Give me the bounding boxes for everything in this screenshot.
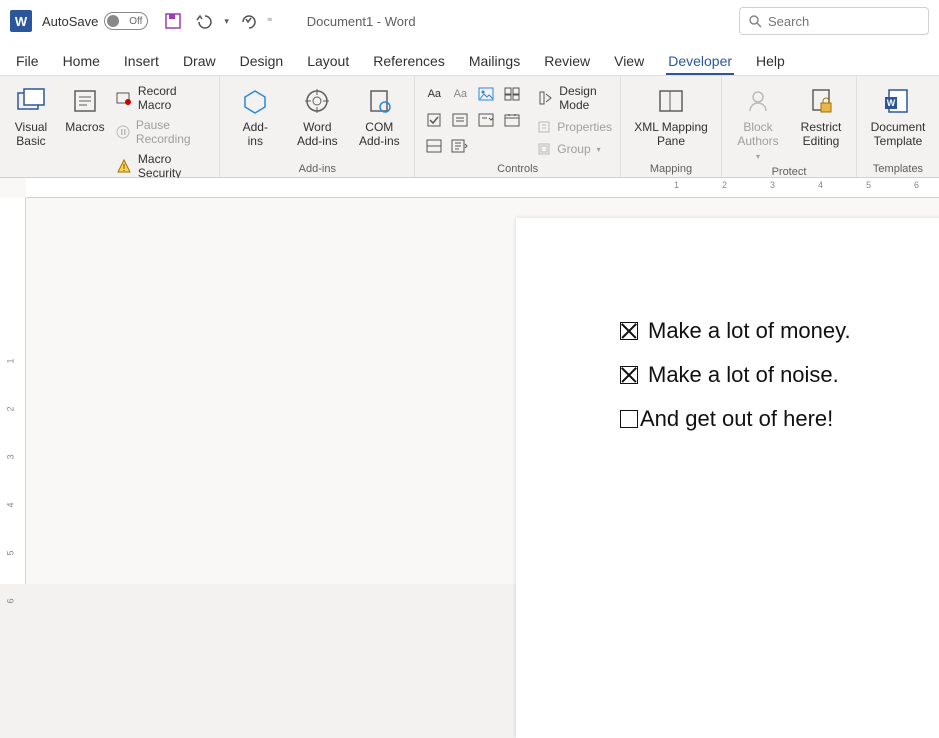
word-app-icon: W	[10, 10, 32, 32]
tab-insert[interactable]: Insert	[122, 47, 161, 75]
warning-icon: !	[116, 158, 132, 174]
doc-line[interactable]: And get out of here!	[620, 406, 939, 432]
group-addins: Add- ins Word Add-ins COM Add-ins Add-in…	[220, 76, 415, 177]
doc-line[interactable]: Make a lot of money.	[620, 318, 939, 344]
record-macro-button[interactable]: Record Macro	[116, 84, 211, 112]
record-macro-icon	[116, 90, 132, 106]
search-box[interactable]	[739, 7, 929, 35]
checkbox-control-icon[interactable]	[423, 110, 445, 130]
search-input[interactable]	[768, 14, 920, 29]
rich-text-control-icon[interactable]: Aa	[423, 84, 445, 104]
addins-button[interactable]: Add- ins	[228, 80, 282, 148]
visual-basic-icon	[16, 84, 46, 118]
group-templates: W Document Template Templates	[857, 76, 939, 177]
macros-icon	[71, 84, 99, 118]
group-icon	[537, 142, 551, 156]
tab-view[interactable]: View	[612, 47, 646, 75]
autosave-control[interactable]: AutoSave Off	[42, 12, 148, 30]
doc-line-text[interactable]: Make a lot of noise.	[648, 362, 839, 388]
page[interactable]: Make a lot of money. Make a lot of noise.…	[516, 218, 939, 738]
design-mode-icon	[537, 91, 553, 105]
tab-layout[interactable]: Layout	[305, 47, 351, 75]
tab-home[interactable]: Home	[61, 47, 102, 75]
search-icon	[748, 14, 762, 28]
tab-file[interactable]: File	[14, 47, 41, 75]
ribbon: Visual Basic Macros Record Macro Pause R…	[0, 76, 939, 178]
quick-access-toolbar: ▾ ⁼	[164, 12, 272, 30]
group-mapping: XML Mapping Pane Mapping	[621, 76, 722, 177]
svg-text:!: !	[123, 163, 126, 174]
xml-mapping-button[interactable]: XML Mapping Pane	[629, 80, 713, 148]
pause-recording-button: Pause Recording	[116, 118, 211, 146]
word-addins-button[interactable]: Word Add-ins	[290, 80, 344, 148]
restrict-editing-button[interactable]: Restrict Editing	[794, 80, 848, 148]
properties-button: Properties	[537, 120, 612, 134]
checkbox-control[interactable]	[620, 322, 638, 340]
undo-icon[interactable]	[192, 12, 214, 30]
document-template-icon: W	[883, 84, 913, 118]
tab-mailings[interactable]: Mailings	[467, 47, 522, 75]
macro-security-button[interactable]: ! Macro Security	[116, 152, 211, 180]
svg-text:W: W	[887, 98, 896, 108]
chevron-down-icon: ▾	[756, 150, 760, 164]
design-mode-button[interactable]: Design Mode	[537, 84, 612, 112]
checkbox-control[interactable]	[620, 410, 638, 428]
title-bar: W AutoSave Off ▾ ⁼ Document1 - Word	[0, 0, 939, 42]
dropdown-control-icon[interactable]	[475, 110, 497, 130]
block-authors-button: Block Authors ▾	[730, 80, 786, 164]
autosave-label: AutoSave	[42, 14, 98, 29]
save-icon[interactable]	[164, 12, 182, 30]
plain-text-control-icon[interactable]: Aa	[449, 84, 471, 104]
properties-icon	[537, 120, 551, 134]
word-addins-icon	[303, 84, 331, 118]
group-button: Group ▾	[537, 142, 612, 156]
addins-icon	[241, 84, 269, 118]
group-controls: Aa Aa Design Mode Properties	[415, 76, 621, 177]
ribbon-tabs: File Home Insert Draw Design Layout References…	[0, 42, 939, 76]
tab-draw[interactable]: Draw	[181, 47, 218, 75]
checkbox-control[interactable]	[620, 366, 638, 384]
doc-line-text[interactable]: Make a lot of money.	[648, 318, 851, 344]
doc-line-text[interactable]: And get out of here!	[640, 406, 833, 432]
macros-button[interactable]: Macros	[62, 80, 108, 134]
tab-references[interactable]: References	[371, 47, 447, 75]
tab-help[interactable]: Help	[754, 47, 787, 75]
block-authors-icon	[744, 84, 772, 118]
qat-customize-icon[interactable]: ⁼	[267, 15, 273, 28]
doc-line[interactable]: Make a lot of noise.	[620, 362, 939, 388]
xml-mapping-icon	[656, 84, 686, 118]
controls-gallery: Aa Aa	[423, 80, 523, 158]
building-block-control-icon[interactable]	[501, 84, 523, 104]
autosave-toggle[interactable]: Off	[104, 12, 148, 30]
group-code: Visual Basic Macros Record Macro Pause R…	[0, 76, 220, 177]
document-title: Document1 - Word	[307, 14, 416, 29]
redo-icon[interactable]	[239, 12, 257, 30]
chevron-down-icon: ▾	[597, 145, 601, 154]
chevron-down-icon[interactable]: ▾	[224, 16, 229, 27]
restrict-editing-icon	[807, 84, 835, 118]
tab-review[interactable]: Review	[542, 47, 592, 75]
picture-control-icon[interactable]	[475, 84, 497, 104]
document-template-button[interactable]: W Document Template	[865, 80, 931, 148]
document-area: 1234567 123456 Make a lot of money. Make …	[0, 178, 939, 584]
repeating-control-icon[interactable]	[423, 136, 445, 156]
horizontal-ruler[interactable]: 1234567	[26, 178, 939, 198]
pause-icon	[116, 125, 130, 139]
com-addins-button[interactable]: COM Add-ins	[352, 80, 406, 148]
vertical-ruler[interactable]: 123456	[0, 198, 26, 584]
group-protect: Block Authors ▾ Restrict Editing Protect	[722, 76, 857, 177]
visual-basic-button[interactable]: Visual Basic	[8, 80, 54, 148]
tab-developer[interactable]: Developer	[666, 47, 734, 75]
tab-design[interactable]: Design	[238, 47, 286, 75]
datepicker-control-icon[interactable]	[501, 110, 523, 130]
com-addins-icon	[365, 84, 393, 118]
legacy-tools-icon[interactable]	[449, 136, 471, 156]
combobox-control-icon[interactable]	[449, 110, 471, 130]
